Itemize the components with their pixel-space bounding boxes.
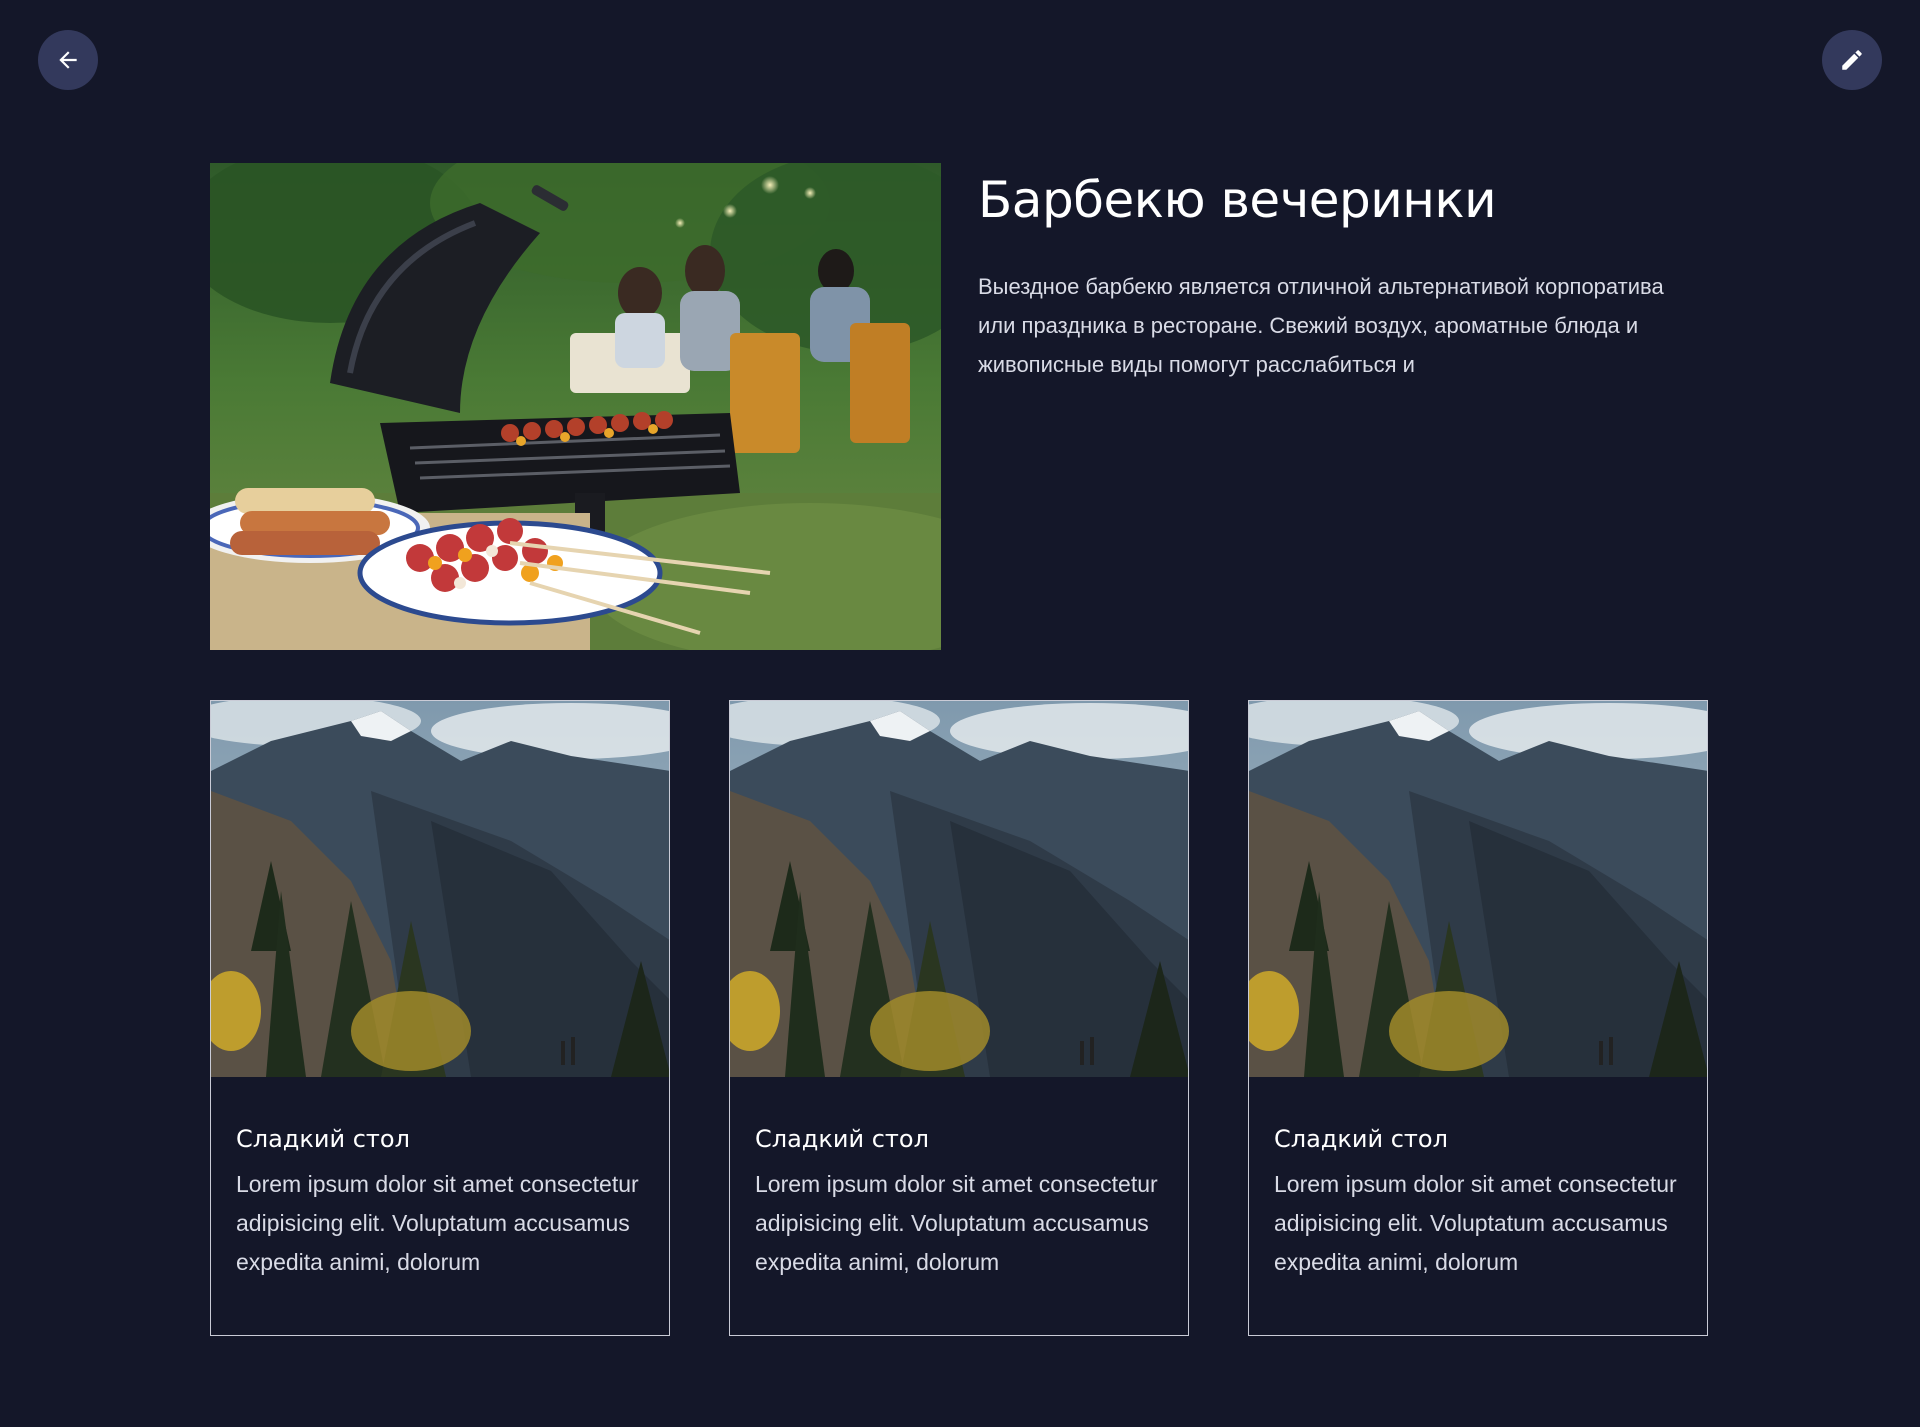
card[interactable]: Сладкий стол Lorem ipsum dolor sit amet … — [210, 700, 670, 1336]
barbecue-grill-photo — [210, 163, 941, 650]
card[interactable]: Сладкий стол Lorem ipsum dolor sit amet … — [1248, 700, 1708, 1336]
card-text: Lorem ipsum dolor sit amet consectetur a… — [755, 1171, 1158, 1275]
mountain-landscape-photo — [730, 701, 1188, 1077]
card-title: Сладкий стол — [236, 1125, 410, 1153]
cards-grid: Сладкий стол Lorem ipsum dolor sit amet … — [210, 700, 1710, 1340]
mountain-landscape-photo — [211, 701, 669, 1077]
edit-button[interactable] — [1822, 30, 1882, 90]
hero-text: Барбекю вечеринки Выездное барбекю являе… — [978, 163, 1698, 384]
hero-section: Барбекю вечеринки Выездное барбекю являе… — [210, 163, 1710, 650]
pencil-icon — [1839, 47, 1865, 73]
card[interactable]: Сладкий стол Lorem ipsum dolor sit amet … — [729, 700, 1189, 1336]
card-text: Lorem ipsum dolor sit amet consectetur a… — [1274, 1171, 1677, 1275]
card-title: Сладкий стол — [755, 1125, 929, 1153]
card-body: Сладкий стол Lorem ipsum dolor sit amet … — [1249, 1077, 1707, 1282]
page-title: Барбекю вечеринки — [978, 171, 1497, 229]
back-button[interactable] — [38, 30, 98, 90]
mountain-landscape-photo — [1249, 701, 1707, 1077]
card-title: Сладкий стол — [1274, 1125, 1448, 1153]
card-text: Lorem ipsum dolor sit amet consectetur a… — [236, 1171, 639, 1275]
hero-description: Выездное барбекю является отличной альте… — [978, 274, 1664, 377]
page: Барбекю вечеринки Выездное барбекю являе… — [0, 0, 1920, 1427]
card-body: Сладкий стол Lorem ipsum dolor sit amet … — [730, 1077, 1188, 1282]
card-body: Сладкий стол Lorem ipsum dolor sit amet … — [211, 1077, 669, 1282]
arrow-left-icon — [55, 47, 81, 73]
